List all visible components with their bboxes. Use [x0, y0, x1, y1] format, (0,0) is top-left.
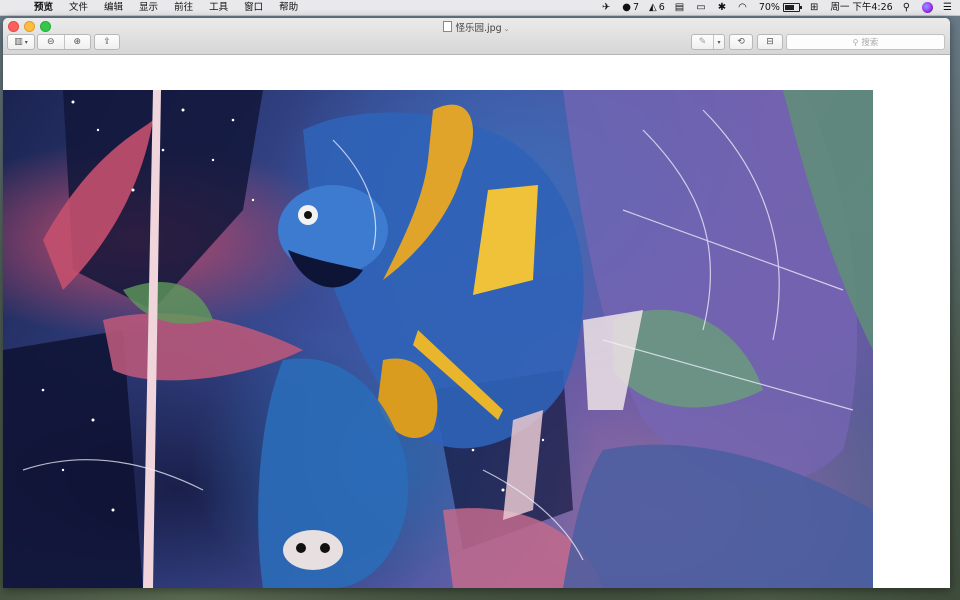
title-chevron-down-icon[interactable]: ⌄: [504, 25, 510, 33]
adobe-icon: ◭: [649, 2, 657, 13]
wifi-icon[interactable]: ◠: [738, 0, 749, 15]
sidebar-chevron-down-icon: ▾: [24, 38, 28, 46]
notification-status[interactable]: ● 7: [622, 0, 639, 15]
notification-center-icon[interactable]: ☰: [943, 0, 954, 15]
toolbox-button[interactable]: ⊟: [757, 34, 783, 50]
menu-tools[interactable]: 工具: [201, 0, 236, 15]
menu-help[interactable]: 帮助: [271, 0, 306, 15]
rotate-icon: ⟲: [737, 37, 745, 47]
toolbox-icon: ⊟: [766, 37, 774, 47]
window-title: 怪乐园.jpg ⌄: [3, 20, 950, 34]
spotlight-icon[interactable]: ⚲: [903, 0, 912, 15]
artwork-image[interactable]: [3, 90, 873, 588]
battery-percent: 70%: [758, 2, 780, 13]
markup-button-group: ✎ ▾: [691, 34, 725, 50]
artwork-illustration: [3, 90, 873, 588]
bird-status-icon[interactable]: ✈: [602, 0, 612, 15]
menu-file[interactable]: 文件: [61, 0, 96, 15]
sidebar-toggle-button[interactable]: ▥ ▾: [7, 34, 35, 50]
bluetooth-icon[interactable]: ✱: [718, 0, 728, 15]
zoom-button-group: ⊖ ⊕: [37, 34, 91, 50]
bell-icon: ●: [622, 2, 631, 13]
menu-window[interactable]: 窗口: [236, 0, 271, 15]
search-placeholder: 搜索: [861, 38, 879, 48]
preview-window: 怪乐园.jpg ⌄ ▥ ▾ ⊖ ⊕ ⇪ ✎ ▾ ⟲ ⊟ ⚲ 搜索: [3, 18, 950, 588]
battery-icon: [782, 3, 802, 12]
rotate-button[interactable]: ⟲: [729, 34, 753, 50]
sidebar-icon: ▥: [14, 37, 23, 47]
menu-view[interactable]: 显示: [131, 0, 166, 15]
markup-pen-icon[interactable]: ✎: [692, 37, 713, 47]
window-title-text: 怪乐园.jpg: [455, 23, 502, 34]
adobe-status[interactable]: ◭ 6: [649, 0, 665, 15]
document-icon: [443, 21, 453, 32]
toolbar: ▥ ▾ ⊖ ⊕ ⇪ ✎ ▾ ⟲ ⊟ ⚲ 搜索: [3, 34, 950, 50]
clock[interactable]: 周一 下午4:26: [830, 0, 892, 15]
search-icon: ⚲: [852, 37, 859, 47]
search-field[interactable]: ⚲ 搜索: [786, 34, 945, 50]
share-icon: ⇪: [103, 37, 111, 47]
markup-chevron-down-icon[interactable]: ▾: [714, 39, 724, 46]
airplay-icon[interactable]: ▭: [696, 0, 707, 15]
adobe-count: 6: [658, 2, 665, 13]
zoom-in-icon[interactable]: ⊕: [65, 37, 91, 47]
window-titlebar[interactable]: 怪乐园.jpg ⌄ ▥ ▾ ⊖ ⊕ ⇪ ✎ ▾ ⟲ ⊟ ⚲ 搜索: [3, 18, 950, 55]
share-button[interactable]: ⇪: [94, 34, 120, 50]
menu-bar: 预览 文件 编辑 显示 前往 工具 窗口 帮助 ✈ ● 7 ◭ 6 ▤ ▭ ✱ ◠ …: [0, 0, 960, 16]
menu-go[interactable]: 前往: [166, 0, 201, 15]
input-method-icon[interactable]: ⊞: [810, 0, 820, 15]
menu-edit[interactable]: 编辑: [96, 0, 131, 15]
image-canvas[interactable]: [3, 55, 950, 588]
chat-status-icon[interactable]: ▤: [675, 0, 686, 15]
zoom-out-icon[interactable]: ⊖: [38, 37, 64, 47]
battery-status[interactable]: 70%: [758, 0, 802, 15]
siri-icon[interactable]: [922, 2, 934, 13]
menu-preview[interactable]: 预览: [28, 0, 61, 15]
notification-count: 7: [633, 2, 640, 13]
